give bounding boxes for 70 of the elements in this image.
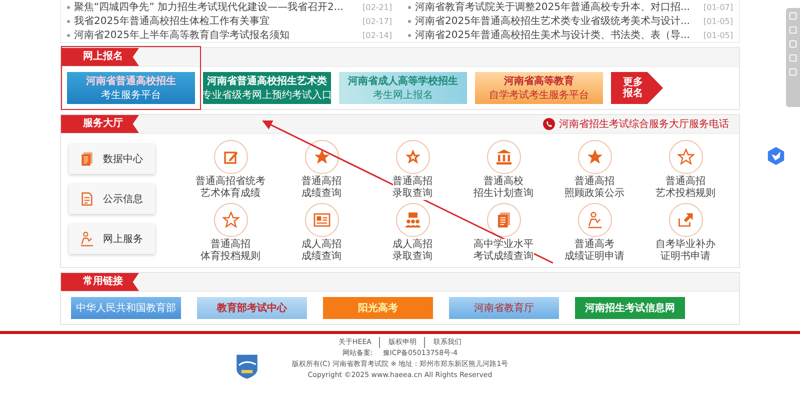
news-date: [01-05] [704, 30, 733, 40]
star-icon [586, 148, 604, 166]
person-icon [586, 211, 604, 229]
star-outline-icon [222, 211, 240, 229]
registration-banner[interactable]: 河南省普通高校招生艺术类 专业省级考网上预约考试入口 [203, 72, 331, 104]
service-link[interactable]: 普通高招 体育投档规则 [200, 239, 260, 263]
section-title: 服务大厅 [61, 115, 139, 133]
service-icon-button[interactable] [668, 140, 702, 174]
service-link[interactable]: 高中学业水平 考试成绩查询 [474, 239, 534, 263]
bullet-icon [67, 20, 70, 22]
service-link[interactable]: 普通高招 录取查询 [392, 176, 432, 200]
news-link[interactable]: 河南省教育考试院关于调整2025年普通高校专升本、对口招... [415, 0, 690, 14]
id-card-icon [312, 211, 330, 229]
bullet-icon [408, 20, 411, 22]
star-outline-icon [676, 148, 694, 166]
service-link[interactable]: 普通高招 艺术投档规则 [656, 176, 716, 200]
service-link[interactable]: 普通高考 成绩证明申请 [564, 239, 624, 263]
news-date: [01-05] [704, 16, 733, 26]
person-icon [79, 231, 95, 247]
service-button[interactable]: 公示信息 [69, 184, 155, 214]
star-icon [404, 148, 422, 166]
news-date: [02-21] [362, 2, 392, 12]
service-icon-button[interactable] [668, 203, 702, 237]
service-link[interactable]: 普通高招 成绩查询 [302, 176, 342, 200]
service-link[interactable]: 普通高校 招生计划查询 [474, 176, 534, 200]
service-button[interactable]: 数据中心 [69, 144, 155, 174]
news-link[interactable]: 我省2025年普通高校招生体检工作有关事宜 [74, 14, 270, 28]
service-icon-button[interactable] [396, 203, 430, 237]
service-link[interactable]: 成人高招 成绩查询 [302, 239, 342, 263]
bullet-icon [67, 6, 70, 8]
service-link[interactable]: 普通高招省统考 艺术体育成绩 [196, 176, 266, 200]
service-icon-button[interactable] [214, 203, 248, 237]
shield-logo-icon [235, 352, 259, 380]
news-date: [02-14] [362, 30, 392, 40]
building-icon [494, 148, 512, 166]
link-banner[interactable]: 河南招生考试信息网 [575, 297, 685, 319]
service-icon-button[interactable] [486, 203, 520, 237]
service-icon-button[interactable] [214, 140, 248, 174]
section-title: 常用链接 [61, 273, 139, 291]
star-icon [312, 148, 330, 166]
news-link[interactable]: 河南省2025年普通高校招生艺术类专业省级统考美术与设计... [415, 14, 690, 28]
registration-banner[interactable]: 河南省高等教育 自学考试考生服务平台 [475, 72, 603, 104]
service-button[interactable]: 网上服务 [69, 224, 155, 254]
registration-banner[interactable]: 河南省普通高校招生 考生服务平台 [67, 72, 195, 104]
news-link[interactable]: 河南省2025年上半年高等教育自学考试报名须知 [74, 28, 290, 42]
service-link[interactable]: 成人高招 录取查询 [392, 239, 432, 263]
people-icon [404, 211, 422, 229]
bullet-icon [67, 34, 70, 36]
document-icon [79, 151, 95, 167]
news-date: [01-07] [704, 2, 733, 12]
bullet-icon [408, 34, 411, 36]
phone-icon [543, 118, 555, 130]
more-registration-button[interactable]: 更多 报名 [611, 72, 663, 104]
news-date: [02-17] [362, 16, 392, 26]
service-icon-button[interactable] [304, 203, 338, 237]
news-link[interactable]: 河南省2025年普通高校招生美术与设计类、书法类、表（导... [415, 28, 690, 42]
service-link[interactable]: 自考毕业补办 证明书申请 [656, 239, 716, 263]
export-icon [676, 211, 694, 229]
news-link[interactable]: 聚焦“四城四争先” 加力招生考试现代化建设——我省召开2... [74, 0, 344, 14]
section-title: 网上报名 [61, 48, 139, 66]
service-icon-button[interactable] [578, 203, 612, 237]
form-icon [79, 191, 95, 207]
link-banner[interactable]: 教育部考试中心 [197, 297, 307, 319]
hotline-text: 河南省招生考试综合服务大厅服务电话 [559, 118, 729, 131]
service-icon-button[interactable] [486, 140, 520, 174]
service-icon-button[interactable] [578, 140, 612, 174]
service-icon-button[interactable] [396, 140, 430, 174]
service-link[interactable]: 普通高招 照顾政策公示 [564, 176, 624, 200]
bullet-icon [408, 6, 411, 8]
service-icon-button[interactable] [304, 140, 338, 174]
